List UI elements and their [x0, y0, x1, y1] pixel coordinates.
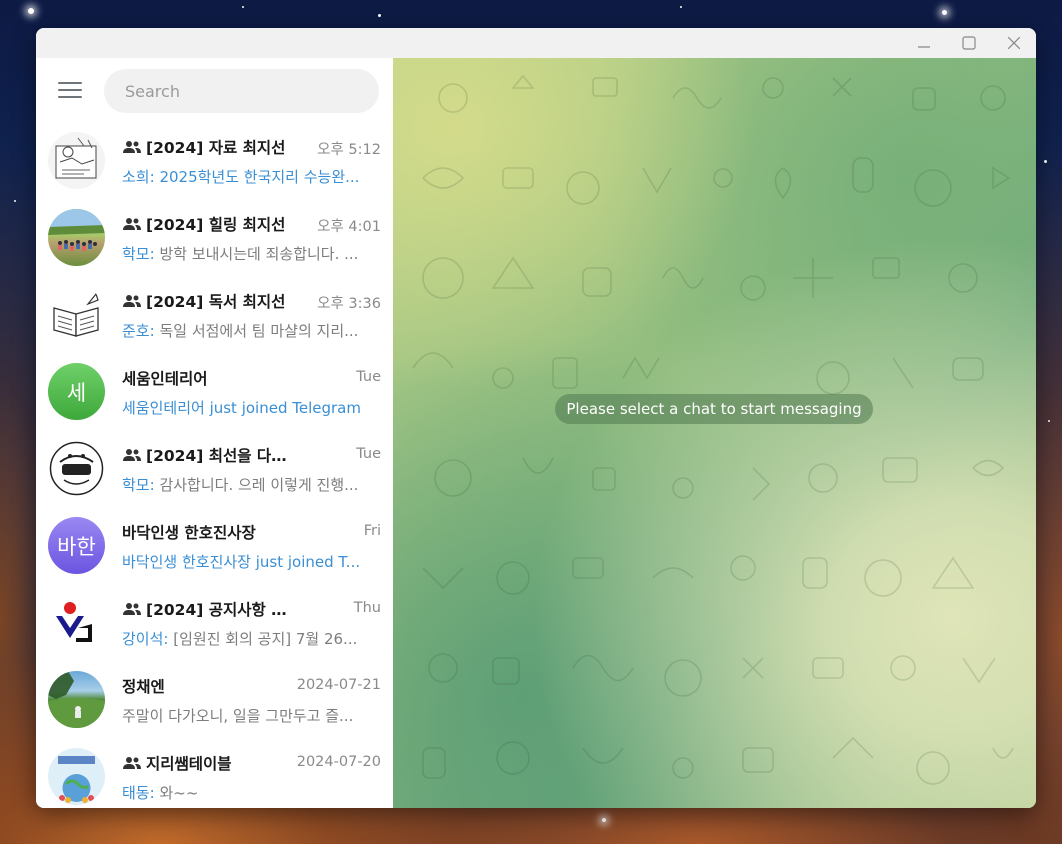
star: [1048, 420, 1050, 422]
chat-preview-text: [임원진 회의 공지] 7월 26...: [173, 630, 358, 648]
chat-title-text: [2024] 힐링 최지선: [146, 216, 286, 234]
chat-time: 오후 5:12: [317, 142, 381, 158]
chat-title: [2024] 최선을 다해 물어...: [122, 444, 300, 466]
star: [1044, 160, 1047, 163]
chat-list-item[interactable]: 지리쌤테이블 2024-07-20 태동: 와~~: [36, 739, 393, 808]
star: [942, 10, 947, 15]
chat-preview: 태동: 와~~: [122, 784, 199, 802]
maximize-button[interactable]: [946, 28, 991, 58]
sidebar-header: [36, 58, 393, 123]
chat-title-text: 지리쌤테이블: [146, 755, 232, 773]
poster-avatar: [48, 748, 105, 805]
chat-list-item[interactable]: 세 세움인테리어 Tue 세움인테리어 just joined Telegram: [36, 354, 393, 431]
minimize-button[interactable]: [901, 28, 946, 58]
chat-time: 오후 3:36: [317, 296, 381, 312]
chat-list-item[interactable]: [2024] 공지사항 최지선 Thu 강이석: [임원진 회의 공지] 7월 …: [36, 585, 393, 662]
chat-list-item[interactable]: [2024] 최선을 다해 물어... Tue 학모: 감사합니다. 으레 이렇…: [36, 431, 393, 508]
group-icon: [123, 603, 141, 615]
chat-list: [2024] 자료 최지선 오후 5:12 소희: 2025학년도 한국지리 수…: [36, 123, 393, 808]
chat-title: [2024] 자료 최지선: [122, 136, 300, 158]
chat-preview: 강이석: [임원진 회의 공지] 7월 26...: [122, 630, 358, 648]
maximize-icon: [961, 36, 976, 50]
chat-title: [2024] 힐링 최지선: [122, 213, 300, 235]
chat-title: 세움인테리어: [122, 367, 300, 389]
chat-title-text: [2024] 최선을 다해 물어...: [146, 447, 300, 465]
title-bar: [36, 28, 1036, 58]
letter-avatar: 세: [48, 363, 105, 420]
chat-time: 2024-07-20: [296, 754, 381, 770]
letter-avatar: 바한: [48, 517, 105, 574]
telegram-window: [2024] 자료 최지선 오후 5:12 소희: 2025학년도 한국지리 수…: [36, 28, 1036, 808]
chat-list-item[interactable]: [2024] 힐링 최지선 오후 4:01 학모: 방학 보내시는데 죄송합니다…: [36, 200, 393, 277]
chat-list-item[interactable]: [2024] 자료 최지선 오후 5:12 소희: 2025학년도 한국지리 수…: [36, 123, 393, 200]
chat-title-text: [2024] 공지사항 최지선: [146, 601, 300, 619]
chat-sender: 준호: [122, 322, 150, 340]
chat-list-item[interactable]: 정채엔 2024-07-21 주말이 다가오니, 일을 그만두고 즐...: [36, 662, 393, 739]
group-icon: [123, 218, 141, 230]
star: [602, 818, 606, 822]
chat-title-text: 세움인테리어: [122, 370, 208, 388]
landscape-photo-avatar: [48, 671, 105, 728]
hamburger-menu-icon[interactable]: [58, 82, 82, 102]
chat-preview: 학모: 감사합니다. 으레 이렇게 진행...: [122, 476, 359, 494]
chat-title-text: [2024] 독서 최지선: [146, 293, 286, 311]
star: [242, 6, 244, 8]
close-button[interactable]: [991, 28, 1036, 58]
sketch-figure-avatar: [48, 132, 105, 189]
search-input[interactable]: [104, 69, 379, 113]
group-icon: [123, 295, 141, 307]
chat-list-item[interactable]: [2024] 독서 최지선 오후 3:36 준호: 독일 서점에서 팀 마샬의 …: [36, 277, 393, 354]
chat-preview-text: 방학 보내시는데 죄송합니다. ...: [159, 245, 359, 263]
chat-time: Tue: [356, 446, 381, 462]
chat-sender: 강이석: [122, 630, 164, 648]
minimize-icon: [917, 46, 930, 48]
chat-preview-text: 독일 서점에서 팀 마샬의 지리...: [159, 322, 359, 340]
chat-title: [2024] 공지사항 최지선: [122, 598, 300, 620]
group-icon: [123, 757, 141, 769]
group-icon: [123, 141, 141, 153]
chat-sidebar: [2024] 자료 최지선 오후 5:12 소희: 2025학년도 한국지리 수…: [36, 58, 393, 808]
chat-preview: 학모: 방학 보내시는데 죄송합니다. ...: [122, 245, 359, 263]
chat-preview: 준호: 독일 서점에서 팀 마샬의 지리...: [122, 322, 359, 340]
chat-preview-text: 2025학년도 한국지리 수능완...: [159, 168, 360, 186]
school-logo-avatar: [48, 594, 105, 651]
chat-time: 2024-07-21: [296, 677, 381, 693]
chat-preview: 소희: 2025학년도 한국지리 수능완...: [122, 168, 360, 186]
open-book-avatar: [48, 286, 105, 343]
chat-sender: 학모: [122, 476, 150, 494]
chat-title: 정채엔: [122, 675, 300, 697]
star: [680, 6, 682, 8]
chat-time: Tue: [356, 369, 381, 385]
star: [28, 8, 34, 14]
group-icon: [123, 449, 141, 461]
chat-preview: 바닥인생 한호진사장 just joined T...: [122, 553, 361, 571]
doodle-pattern: [412, 74, 1014, 785]
chat-title: 지리쌤테이블: [122, 752, 300, 774]
chat-preview: 주말이 다가오니, 일을 그만두고 즐...: [122, 707, 354, 725]
badge-logo-avatar: [48, 440, 105, 497]
chat-time: Thu: [353, 600, 381, 616]
chat-sender: 태동: [122, 784, 150, 802]
chat-time: 오후 4:01: [317, 219, 381, 235]
chat-title: [2024] 독서 최지선: [122, 290, 300, 312]
chat-area: Please select a chat to start messaging: [393, 58, 1036, 808]
chat-preview: 세움인테리어 just joined Telegram: [122, 399, 361, 417]
chat-sender: 학모: [122, 245, 150, 263]
chat-list-item[interactable]: 바한 바닥인생 한호진사장 Fri 바닥인생 한호진사장 just joined…: [36, 508, 393, 585]
chat-title-text: 정채엔: [122, 678, 165, 696]
close-icon: [1007, 37, 1020, 49]
chat-title-text: 바닥인생 한호진사장: [122, 524, 256, 542]
star: [378, 14, 381, 17]
chat-title: 바닥인생 한호진사장: [122, 521, 300, 543]
group-photo-avatar: [48, 209, 105, 266]
chat-preview-text: 와~~: [159, 784, 199, 802]
select-chat-hint: Please select a chat to start messaging: [555, 394, 873, 424]
chat-title-text: [2024] 자료 최지선: [146, 139, 286, 157]
avatar-letters: 세: [66, 380, 87, 405]
avatar-letters: 바한: [57, 534, 96, 559]
chat-preview-text: 감사합니다. 으레 이렇게 진행...: [159, 476, 359, 494]
chat-time: Fri: [363, 523, 381, 539]
chat-sender: 소희: [122, 168, 150, 186]
star: [14, 200, 16, 202]
